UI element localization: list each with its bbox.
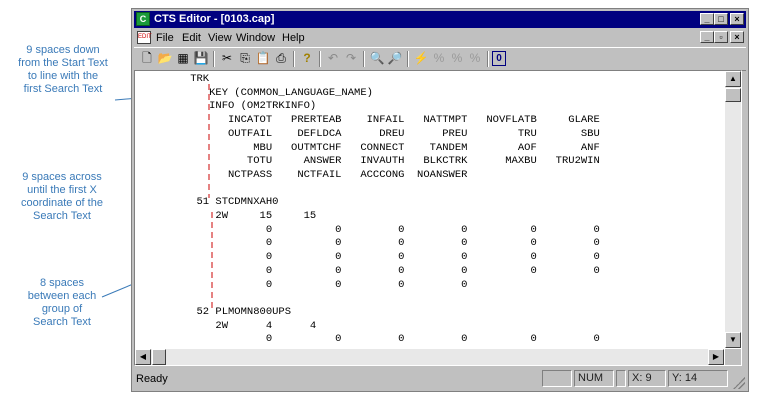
menu-view[interactable]: View bbox=[208, 32, 232, 44]
toolbar-separator bbox=[319, 51, 321, 67]
document-line: 0 0 0 0 0 0 bbox=[165, 347, 600, 348]
menu-file[interactable]: File bbox=[156, 32, 174, 44]
menu-window[interactable]: Window bbox=[236, 32, 275, 44]
paste-icon[interactable]: 📋 bbox=[254, 50, 272, 67]
help-icon[interactable]: ? bbox=[298, 50, 316, 67]
document-line: 0 0 0 0 0 0 bbox=[165, 264, 600, 277]
resize-grip-icon[interactable] bbox=[733, 377, 745, 389]
document-line: INCATOT PRERTEAB INFAIL NATTMPT NOVFLATB… bbox=[165, 114, 600, 127]
status-bar: Ready NUM X: 9 Y: 14 bbox=[134, 368, 746, 390]
document-line: TOTU ANSWER INVAUTH BLKCTRK MAXBU TRU2WI… bbox=[165, 155, 600, 168]
document-line: OUTFAIL DEFLDCA DREU PREU TRU SBU bbox=[165, 127, 600, 140]
view-icon[interactable]: ▦ bbox=[174, 50, 192, 67]
toolbar-separator bbox=[213, 51, 215, 67]
scrollbar-corner bbox=[725, 349, 741, 365]
horizontal-scrollbar[interactable]: ◀ ▶ bbox=[135, 349, 724, 365]
menu-edit[interactable]: Edit bbox=[182, 32, 201, 44]
status-pane-blank bbox=[542, 370, 572, 387]
save-icon[interactable]: 💾 bbox=[192, 50, 210, 67]
document-line: INFO (OM2TRKINFO) bbox=[165, 100, 317, 113]
undo-icon[interactable]: ↶ bbox=[324, 50, 342, 67]
document-line: 0 0 0 0 0 0 bbox=[165, 237, 600, 250]
find-icon[interactable]: 🔍 bbox=[368, 50, 386, 67]
app-icon[interactable]: C bbox=[136, 12, 150, 26]
toolbar-separator bbox=[487, 51, 489, 67]
cut-icon[interactable]: ✂ bbox=[218, 50, 236, 67]
text-editor[interactable]: TRK KEY (COMMON_LANGUAGE_NAME) INFO (OM2… bbox=[135, 71, 724, 348]
document-icon[interactable]: EDIT bbox=[137, 31, 152, 44]
find-next-icon[interactable]: 🔎 bbox=[386, 50, 404, 67]
toolbar-separator bbox=[363, 51, 365, 67]
status-pane-blank-2 bbox=[616, 370, 626, 387]
doc-close-button[interactable]: × bbox=[730, 31, 744, 43]
title-bar[interactable]: C CTS Editor - [0103.cap] _ □ × bbox=[134, 11, 746, 28]
vertical-scroll-thumb[interactable] bbox=[725, 88, 741, 102]
scroll-up-button[interactable]: ▲ bbox=[725, 71, 741, 87]
menu-bar: EDIT File Edit View Window Help _ ▫ × bbox=[134, 29, 746, 46]
doc-minimize-button[interactable]: _ bbox=[700, 31, 714, 43]
document-line: 0 0 0 0 0 0 bbox=[165, 251, 600, 264]
app-window: C CTS Editor - [0103.cap] _ □ × EDIT Fil… bbox=[131, 8, 749, 392]
horizontal-scroll-thumb[interactable] bbox=[152, 349, 166, 365]
toolbar-separator bbox=[293, 51, 295, 67]
document-line: NCTPASS NCTFAIL ACCCONG NOANSWER bbox=[165, 168, 468, 181]
annotation-across: 9 spaces across until the first X coordi… bbox=[21, 171, 103, 222]
annotation-between: 8 spaces between each group of Search Te… bbox=[27, 277, 97, 328]
close-button[interactable]: × bbox=[730, 13, 744, 25]
doc-restore-button[interactable]: ▫ bbox=[714, 31, 728, 43]
document-line: TRK bbox=[165, 73, 210, 85]
redo-icon[interactable]: ↷ bbox=[342, 50, 360, 67]
document-line: 52 PLMOMN800UPS bbox=[165, 305, 292, 318]
document-area[interactable]: TRK KEY (COMMON_LANGUAGE_NAME) INFO (OM2… bbox=[134, 70, 742, 366]
open-folder-icon[interactable]: 📂 bbox=[156, 50, 174, 67]
document-line: KEY (COMMON_LANGUAGE_NAME) bbox=[165, 86, 373, 99]
vertical-scrollbar[interactable]: ▲ ▼ bbox=[725, 71, 741, 348]
scroll-left-button[interactable]: ◀ bbox=[135, 349, 151, 365]
document-line: 51 STCDMNXAH0 bbox=[165, 196, 279, 209]
maximize-button[interactable]: □ bbox=[714, 13, 728, 25]
num-lock-indicator: NUM bbox=[574, 370, 614, 387]
copy-icon[interactable]: ⎘ bbox=[236, 50, 254, 67]
document-line: 0 0 0 0 0 0 bbox=[165, 333, 600, 346]
window-title: CTS Editor - [0103.cap] bbox=[154, 13, 275, 25]
annotation-down: 9 spaces down from the Start Text to lin… bbox=[18, 44, 108, 95]
print-icon[interactable]: ⎙ bbox=[272, 50, 290, 67]
scroll-right-button[interactable]: ▶ bbox=[708, 349, 724, 365]
tool-d-icon[interactable]: % bbox=[466, 50, 484, 67]
tool-b-icon[interactable]: % bbox=[430, 50, 448, 67]
zero-icon[interactable]: 0 bbox=[492, 51, 506, 66]
document-line: 2W 15 15 bbox=[165, 210, 317, 222]
tool-c-icon[interactable]: % bbox=[448, 50, 466, 67]
cursor-y-indicator: Y: 14 bbox=[668, 370, 728, 387]
document-line: 0 0 0 0 bbox=[165, 278, 468, 291]
toolbar-separator bbox=[407, 51, 409, 67]
menu-help[interactable]: Help bbox=[282, 32, 305, 44]
new-file-icon[interactable]: 🗋 bbox=[138, 50, 156, 67]
document-line: MBU OUTMTCHF CONNECT TANDEM AOF ANF bbox=[165, 141, 600, 154]
toolbar: 🗋 📂 ▦ 💾 ✂ ⎘ 📋 ⎙ ? ↶ ↷ 🔍 🔎 ⚡ % % % 0 bbox=[134, 47, 746, 71]
scroll-down-button[interactable]: ▼ bbox=[725, 332, 741, 348]
minimize-button[interactable]: _ bbox=[700, 13, 714, 25]
document-line: 2W 4 4 bbox=[165, 319, 317, 332]
tool-a-icon[interactable]: ⚡ bbox=[412, 50, 430, 67]
status-text: Ready bbox=[136, 373, 168, 385]
cursor-x-indicator: X: 9 bbox=[628, 370, 666, 387]
document-line: 0 0 0 0 0 0 bbox=[165, 223, 600, 236]
